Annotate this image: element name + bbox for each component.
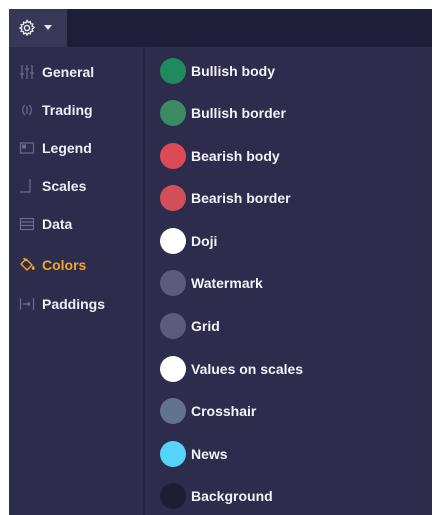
sidebar-item-label: Trading	[42, 102, 93, 118]
paint-bucket-icon	[18, 256, 36, 274]
sidebar-item-general[interactable]: General	[9, 58, 143, 86]
color-swatch[interactable]	[160, 313, 186, 339]
sidebar-item-colors[interactable]: Colors	[9, 251, 143, 279]
trading-icon	[18, 101, 36, 119]
color-swatch[interactable]	[160, 228, 186, 254]
color-swatch[interactable]	[160, 270, 186, 296]
color-row-crosshair[interactable]: Crosshair	[145, 394, 432, 428]
color-row-values-on-scales[interactable]: Values on scales	[145, 352, 432, 386]
color-label: Bearish border	[191, 190, 291, 206]
data-icon	[18, 215, 36, 233]
color-row-doji[interactable]: Doji	[145, 224, 432, 258]
color-swatch[interactable]	[160, 356, 186, 382]
color-swatch[interactable]	[160, 398, 186, 424]
color-label: Bullish body	[191, 63, 275, 79]
color-label: Background	[191, 488, 273, 504]
color-label: Bearish body	[191, 148, 280, 164]
caret-down-icon	[44, 25, 52, 31]
scales-icon	[18, 177, 36, 195]
color-row-watermark[interactable]: Watermark	[145, 266, 432, 300]
color-swatch[interactable]	[160, 100, 186, 126]
sidebar-item-paddings[interactable]: Paddings	[9, 290, 143, 318]
color-swatch[interactable]	[160, 483, 186, 509]
color-swatch[interactable]	[160, 441, 186, 467]
sidebar-item-trading[interactable]: Trading	[9, 96, 143, 124]
color-label: Doji	[191, 233, 218, 249]
sidebar-item-label: Scales	[42, 178, 87, 194]
color-row-news[interactable]: News	[145, 437, 432, 471]
color-swatch[interactable]	[160, 143, 186, 169]
colors-list: Bullish body Bullish border Bearish body…	[145, 47, 432, 515]
color-label: Grid	[191, 318, 220, 334]
color-row-bullish-body[interactable]: Bullish body	[145, 54, 432, 88]
paddings-icon	[18, 295, 36, 313]
sidebar-item-label: Data	[42, 216, 73, 232]
chart-settings-panel: General Trading Legend Scales Data Color…	[9, 9, 432, 515]
color-row-bearish-border[interactable]: Bearish border	[145, 181, 432, 215]
color-row-bullish-border[interactable]: Bullish border	[145, 96, 432, 130]
sidebar-item-scales[interactable]: Scales	[9, 172, 143, 200]
color-label: Crosshair	[191, 403, 257, 419]
color-label: Watermark	[191, 275, 263, 291]
sidebar-item-legend[interactable]: Legend	[9, 134, 143, 162]
sidebar-item-data[interactable]: Data	[9, 210, 143, 238]
color-row-bearish-body[interactable]: Bearish body	[145, 139, 432, 173]
sliders-icon	[18, 63, 36, 81]
settings-menu-button[interactable]	[9, 9, 67, 47]
color-row-background[interactable]: Background	[145, 479, 432, 513]
gear-icon	[18, 19, 36, 37]
legend-icon	[18, 139, 36, 157]
sidebar-item-label: Colors	[42, 257, 87, 273]
color-row-grid[interactable]: Grid	[145, 309, 432, 343]
color-swatch[interactable]	[160, 58, 186, 84]
sidebar-item-label: General	[42, 64, 95, 80]
color-label: Values on scales	[191, 361, 304, 377]
settings-sidebar: General Trading Legend Scales Data Color…	[9, 47, 143, 515]
sidebar-item-label: Legend	[42, 140, 92, 156]
color-label: News	[191, 446, 228, 462]
color-swatch[interactable]	[160, 185, 186, 211]
sidebar-item-label: Paddings	[42, 296, 106, 312]
color-label: Bullish border	[191, 105, 286, 121]
settings-toolbar	[9, 9, 432, 47]
